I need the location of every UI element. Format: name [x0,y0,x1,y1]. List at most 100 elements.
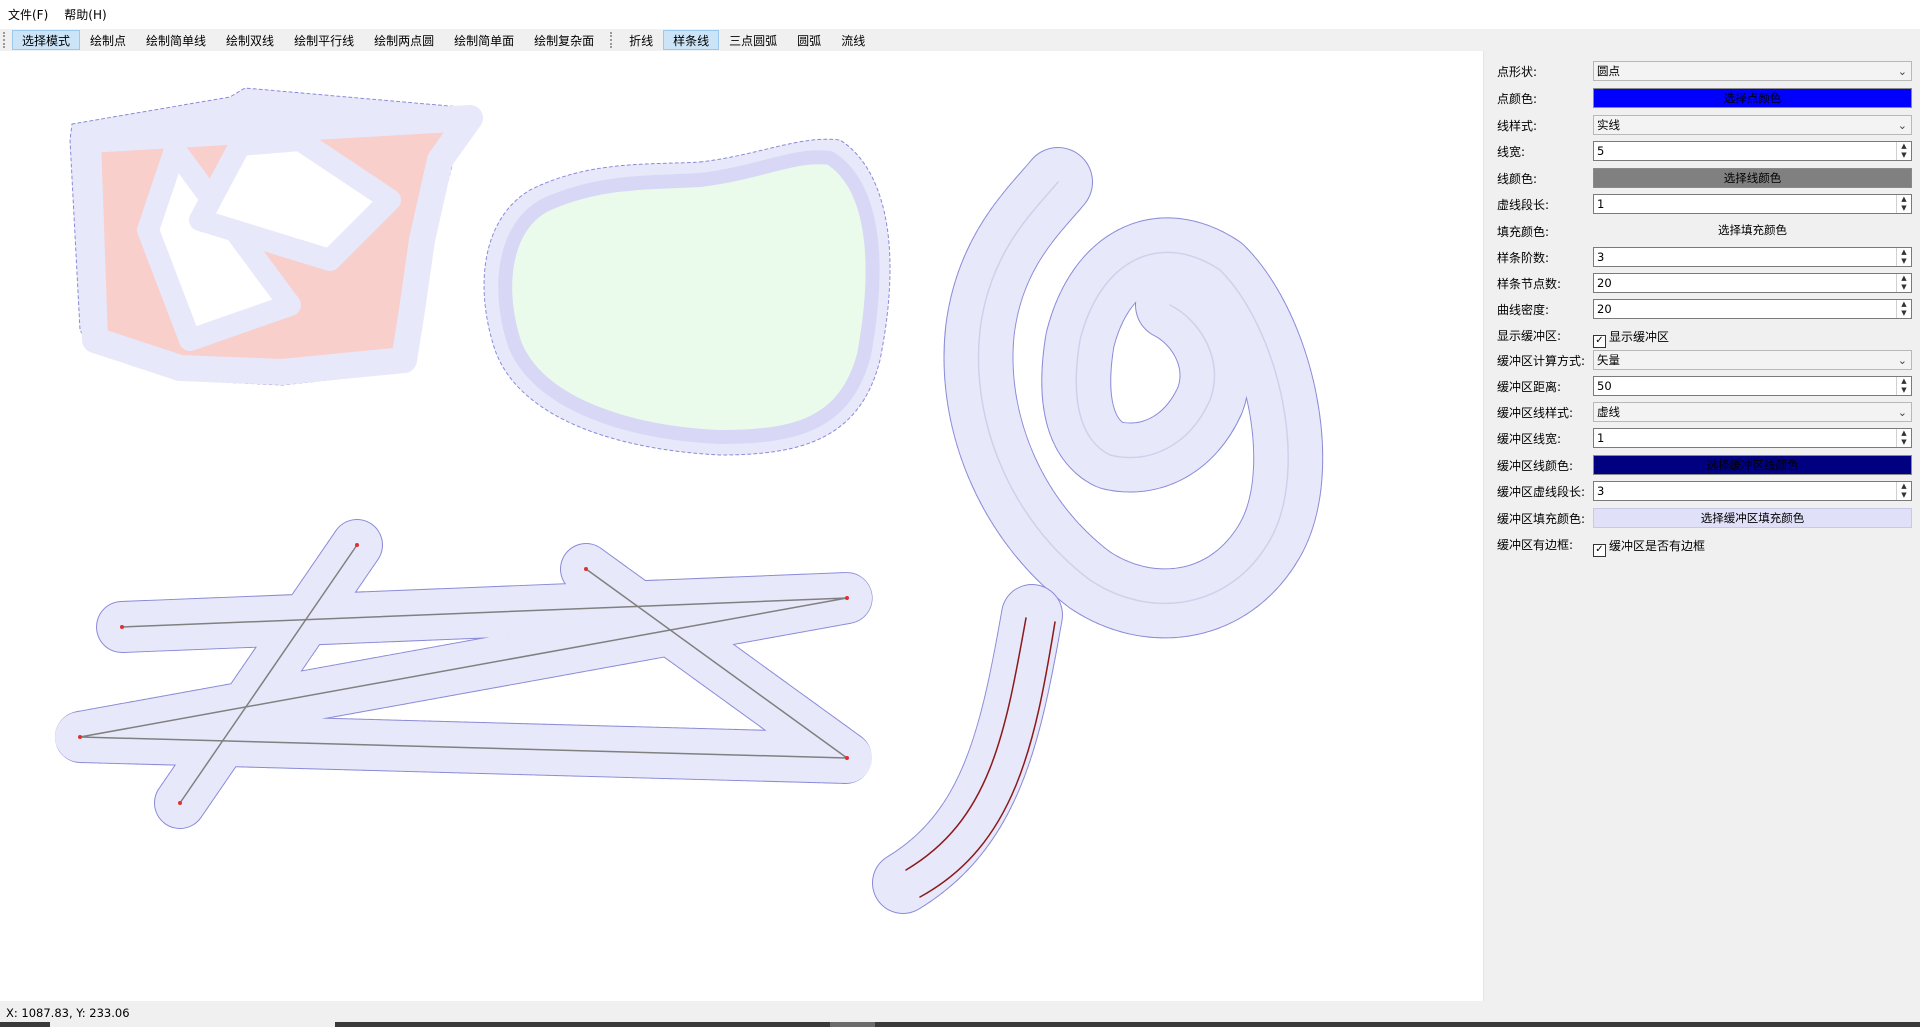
row-spline-nodes: 样条节点数: 20 ▲ ▼ [1484,271,1920,295]
buffer-border-checkbox[interactable]: ✓ 缓冲区是否有边框 [1593,537,1705,557]
row-buffer-dash-length: 缓冲区虚线段长: 3 ▲ ▼ [1484,479,1920,503]
menu-bar: 文件(F) 帮助(H) [0,0,1920,29]
line-style-select[interactable]: 实线 ⌄ [1593,115,1912,135]
buffer-distance-spinbox[interactable]: 50 ▲ ▼ [1593,376,1912,396]
buffer-line-style-select[interactable]: 虚线 ⌄ [1593,402,1912,422]
buffer-line-width-value: 1 [1597,431,1605,445]
buffer-fill-color-label: 缓冲区填充颜色: [1497,512,1586,526]
buffer-fill-color-button[interactable]: 选择缓冲区填充颜色 [1593,508,1912,528]
vertex-point[interactable] [845,596,849,600]
spline-nodes-value: 20 [1597,276,1612,290]
buffer-method-value: 矢量 [1597,353,1620,367]
row-line-style: 线样式: 实线 ⌄ [1484,113,1920,137]
spin-arrows-icon[interactable]: ▲ ▼ [1896,377,1911,395]
chevron-down-icon: ⌄ [1897,65,1907,78]
row-spline-order: 样条阶数: 3 ▲ ▼ [1484,245,1920,269]
dash-length-value: 1 [1597,197,1605,211]
spline-polygon-shape[interactable] [483,138,891,456]
taskbar-strip [0,1022,50,1027]
buffer-distance-label: 缓冲区距离: [1497,380,1562,394]
vertex-point[interactable] [845,756,849,760]
buffer-line-style-value: 虚线 [1597,405,1620,419]
spin-arrows-icon[interactable]: ▲ ▼ [1896,248,1911,266]
vertex-point[interactable] [178,801,182,805]
buffer-method-select[interactable]: 矢量 ⌄ [1593,350,1912,370]
menu-help[interactable]: 帮助(H) [56,4,114,26]
row-dash-length: 虚线段长: 1 ▲ ▼ [1484,192,1920,216]
spline-order-spinbox[interactable]: 3 ▲ ▼ [1593,247,1912,267]
canvas-svg[interactable] [0,51,1483,1001]
tool-draw-complex-polygon[interactable]: 绘制复杂面 [524,30,604,50]
spin-arrows-icon[interactable]: ▲ ▼ [1896,482,1911,500]
spin-arrows-icon[interactable]: ▲ ▼ [1896,142,1911,160]
dash-length-label: 虚线段长: [1497,198,1550,212]
row-buffer-line-color: 缓冲区线颜色: 选择缓冲区线颜色 [1484,453,1920,477]
line-width-spinbox[interactable]: 5 ▲ ▼ [1593,141,1912,161]
buffer-line-color-label: 缓冲区线颜色: [1497,459,1574,473]
point-shape-value: 圆点 [1597,64,1620,78]
buffer-dash-length-spinbox[interactable]: 3 ▲ ▼ [1593,481,1912,501]
line-color-label: 线颜色: [1497,172,1538,186]
menu-file[interactable]: 文件(F) [0,4,56,26]
point-color-button[interactable]: 选择点颜色 [1593,88,1912,108]
point-shape-select[interactable]: 圆点 ⌄ [1593,61,1912,81]
double-line-buffer-fill [873,585,1062,913]
row-buffer-line-width: 缓冲区线宽: 1 ▲ ▼ [1484,426,1920,450]
curve-density-spinbox[interactable]: 20 ▲ ▼ [1593,299,1912,319]
chevron-down-icon: ⌄ [1897,119,1907,132]
complex-polygon-shape[interactable] [69,87,483,386]
mode-arc[interactable]: 圆弧 [787,30,831,50]
fill-color-label: 填充颜色: [1497,225,1550,239]
tool-draw-double-line[interactable]: 绘制双线 [216,30,284,50]
buffer-line-width-label: 缓冲区线宽: [1497,432,1562,446]
mode-streamline[interactable]: 流线 [831,30,875,50]
buffer-line-width-spinbox[interactable]: 1 ▲ ▼ [1593,428,1912,448]
vertex-point[interactable] [584,567,588,571]
taskbar-strip [830,1022,875,1027]
curve-density-value: 20 [1597,302,1612,316]
line-width-value: 5 [1597,144,1605,158]
row-line-width: 线宽: 5 ▲ ▼ [1484,139,1920,163]
spin-arrows-icon[interactable]: ▲ ▼ [1896,429,1911,447]
buffer-border-checkbox-label: 缓冲区是否有边框 [1609,539,1706,553]
mode-three-point-arc[interactable]: 三点圆弧 [719,30,787,50]
spiral-streamline-shape[interactable] [943,147,1324,639]
toolbar: 选择模式 绘制点 绘制简单线 绘制双线 绘制平行线 绘制两点圆 绘制简单面 绘制… [0,29,1920,52]
vertex-point[interactable] [78,735,82,739]
tool-draw-simple-polygon[interactable]: 绘制简单面 [444,30,524,50]
toolbar-grip[interactable] [3,32,8,48]
checkmark-icon[interactable]: ✓ [1593,335,1606,348]
tool-draw-simple-line[interactable]: 绘制简单线 [136,30,216,50]
mode-polyline[interactable]: 折线 [619,30,663,50]
row-curve-density: 曲线密度: 20 ▲ ▼ [1484,297,1920,321]
tool-draw-point[interactable]: 绘制点 [80,30,136,50]
buffer-line-color-button[interactable]: 选择缓冲区线颜色 [1593,455,1912,475]
tool-select-mode[interactable]: 选择模式 [12,30,81,50]
mode-spline[interactable]: 样条线 [663,30,720,50]
row-buffer-line-style: 缓冲区线样式: 虚线 ⌄ [1484,400,1920,424]
property-panel: 点形状: 圆点 ⌄ 点颜色: 选择点颜色 线样式: 实线 ⌄ 线宽: 5 ▲ ▼ 线颜色… [1483,51,1920,1001]
point-color-label: 点颜色: [1497,92,1538,106]
fill-color-button[interactable]: 选择填充颜色 [1593,221,1912,241]
double-line-shape[interactable] [872,584,1063,914]
spline-nodes-label: 样条节点数: [1497,277,1562,291]
polyline-shapes[interactable] [54,519,873,829]
vertex-point[interactable] [120,625,124,629]
spin-arrows-icon[interactable]: ▲ ▼ [1896,274,1911,292]
vertex-point[interactable] [355,543,359,547]
line-color-button[interactable]: 选择线颜色 [1593,168,1912,188]
drawing-canvas[interactable] [0,51,1483,1001]
row-buffer-fill-color: 缓冲区填充颜色: 选择缓冲区填充颜色 [1484,506,1920,530]
dash-length-spinbox[interactable]: 1 ▲ ▼ [1593,194,1912,214]
buffer-distance-value: 50 [1597,379,1612,393]
tool-draw-two-point-circle[interactable]: 绘制两点圆 [364,30,444,50]
row-show-buffer: 显示缓冲区: ✓ 显示缓冲区 [1484,323,1920,348]
tool-draw-parallel-line[interactable]: 绘制平行线 [284,30,364,50]
checkmark-icon[interactable]: ✓ [1593,544,1606,557]
show-buffer-checkbox[interactable]: ✓ 显示缓冲区 [1593,328,1669,348]
spin-arrows-icon[interactable]: ▲ ▼ [1896,300,1911,318]
row-point-color: 点颜色: 选择点颜色 [1484,86,1920,110]
spin-arrows-icon[interactable]: ▲ ▼ [1896,195,1911,213]
spline-nodes-spinbox[interactable]: 20 ▲ ▼ [1593,273,1912,293]
buffer-line-style-label: 缓冲区线样式: [1497,406,1574,420]
